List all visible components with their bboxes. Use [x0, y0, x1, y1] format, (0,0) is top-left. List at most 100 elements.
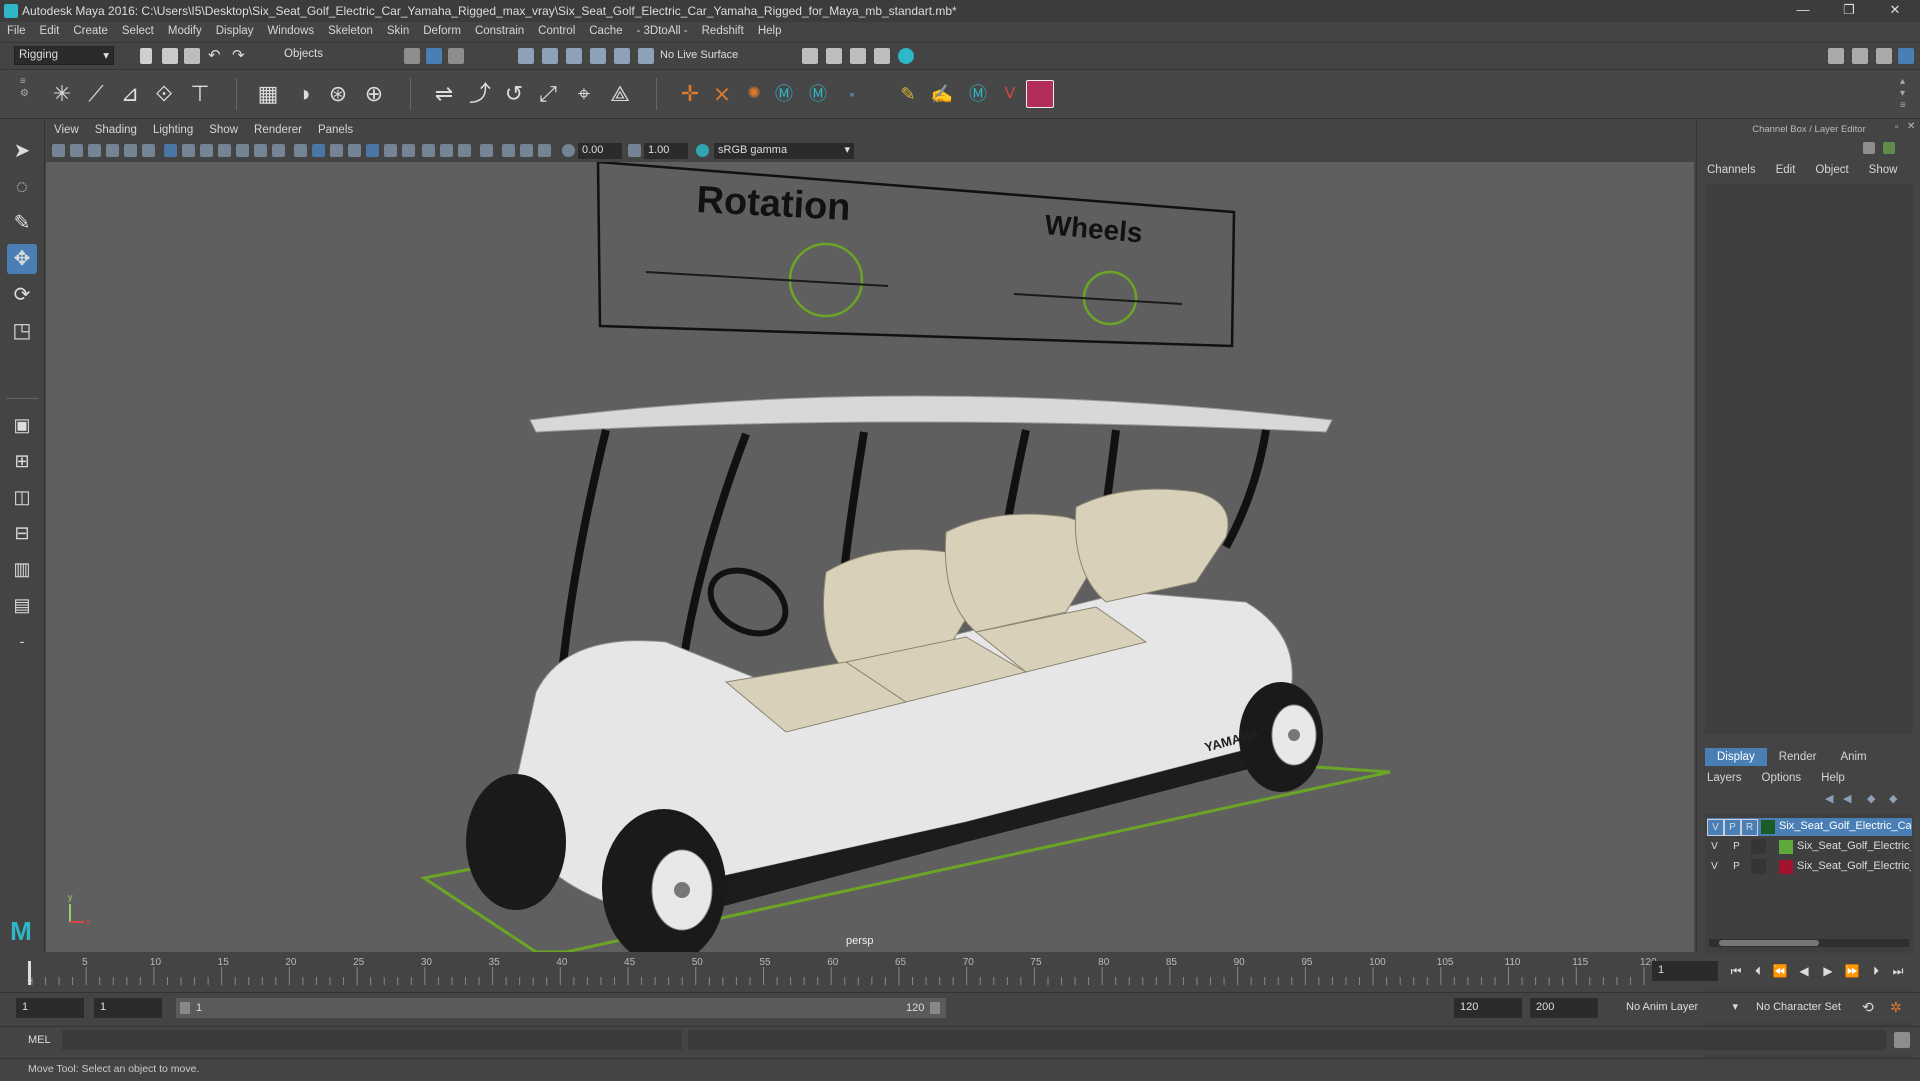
lasso-tool-icon[interactable]: ◌ [7, 172, 37, 202]
layer-visibility-toggle[interactable]: V [1707, 819, 1724, 836]
close-button[interactable]: ✕ [1880, 2, 1910, 20]
layer-menu-layers[interactable]: Layers [1697, 772, 1752, 784]
camera-select-icon[interactable] [52, 144, 65, 157]
play-backwards-icon[interactable]: ◀ [1796, 963, 1812, 979]
menu-redshift[interactable]: Redshift [695, 22, 751, 37]
ik-fk-icon[interactable]: ⨯ [708, 80, 736, 108]
use-all-lights-icon[interactable] [366, 144, 379, 157]
panel-menu-lighting[interactable]: Lighting [145, 122, 201, 136]
hypershade-layout-icon[interactable]: ▥ [7, 554, 37, 584]
cluster-icon[interactable]: ◑ [290, 80, 318, 108]
tab-render[interactable]: Render [1767, 748, 1829, 766]
layer-playback-toggle[interactable]: P [1729, 839, 1744, 854]
ik-spline-icon[interactable]: ⊿ [116, 80, 144, 108]
layer-menu-options[interactable]: Options [1752, 772, 1812, 784]
layer-name[interactable]: Six_Seat_Golf_Electric_ [1797, 840, 1911, 852]
undo-icon[interactable]: ↶ [208, 46, 221, 64]
menu-display[interactable]: Display [209, 22, 261, 37]
lattice-icon[interactable]: ▦ [254, 80, 282, 108]
tab-display[interactable]: Display [1705, 748, 1767, 766]
layer-name[interactable]: Six_Seat_Golf_Electric_Car [1779, 820, 1911, 832]
menu-create[interactable]: Create [66, 22, 115, 37]
layout-dash-icon[interactable]: - [7, 626, 37, 656]
gate-mask-icon[interactable] [218, 144, 231, 157]
shelf-scroll-icon[interactable]: ▴ ▾ ≡ [1900, 76, 1906, 112]
layer-menu-help[interactable]: Help [1811, 772, 1855, 784]
channel-box-menu-channels[interactable]: Channels [1697, 164, 1766, 176]
character-icon[interactable] [1026, 80, 1054, 108]
menu-modify[interactable]: Modify [161, 22, 209, 37]
tool-settings-icon[interactable] [1876, 48, 1892, 64]
script-language-label[interactable]: MEL [28, 1034, 51, 1046]
new-empty-layer-icon[interactable]: ◆ [1867, 792, 1875, 805]
live-surface-label[interactable]: No Live Surface [660, 49, 738, 61]
go-to-start-icon[interactable]: ⏮ [1728, 963, 1744, 979]
layer-playback-toggle[interactable]: P [1724, 819, 1741, 836]
shadows-icon[interactable] [384, 144, 397, 157]
insert-joint-icon[interactable]: ⟐ [150, 80, 178, 108]
menu-deform[interactable]: Deform [416, 22, 468, 37]
selection-mode-dropdown[interactable]: Objects [280, 46, 376, 65]
layer-name[interactable]: Six_Seat_Golf_Electric_ [1797, 860, 1911, 872]
animation-end-field[interactable]: 200 [1530, 998, 1598, 1018]
range-slider-start-handle[interactable] [180, 1002, 190, 1014]
blend-shape-icon[interactable]: V [996, 80, 1024, 108]
panel-menu-show[interactable]: Show [201, 122, 246, 136]
save-scene-icon[interactable] [184, 48, 200, 64]
select-tool-icon[interactable]: ➤ [7, 136, 37, 166]
persp-outliner-layout-icon[interactable]: ◫ [7, 482, 37, 512]
snap-live-icon[interactable] [638, 48, 654, 64]
layer-reference-toggle[interactable] [1751, 859, 1766, 874]
panel-menu-panels[interactable]: Panels [310, 122, 361, 136]
depth-of-field-icon[interactable] [458, 144, 471, 157]
menu-constrain[interactable]: Constrain [468, 22, 531, 37]
sculpt-icon[interactable]: ⊕ [360, 80, 388, 108]
float-panel-icon[interactable]: ▫ [1895, 122, 1899, 133]
anti-aliasing-icon[interactable] [440, 144, 453, 157]
tab-anim[interactable]: Anim [1828, 748, 1878, 766]
channel-box-icon[interactable] [1863, 142, 1875, 154]
perspective-viewport[interactable]: Rotation Wheels YAMAHA y x persp [46, 162, 1694, 952]
mudbox-icon[interactable]: Ⓜ [964, 80, 992, 108]
channel-box-menu-object[interactable]: Object [1805, 164, 1858, 176]
film-gate-icon[interactable] [182, 144, 195, 157]
menu-edit[interactable]: Edit [33, 22, 67, 37]
field-chart-icon[interactable] [236, 144, 249, 157]
playback-end-field[interactable]: 120 [1454, 998, 1522, 1018]
gamma-field[interactable]: 1.00 [644, 143, 688, 159]
wrap-icon[interactable]: ⊛ [324, 80, 352, 108]
grease-pencil-icon[interactable] [142, 144, 155, 157]
render-current-icon[interactable] [826, 48, 842, 64]
layer-row[interactable]: V P Six_Seat_Golf_Electric_ [1707, 838, 1912, 856]
bookmark-icon[interactable] [88, 144, 101, 157]
layer-row[interactable]: V P R Six_Seat_Golf_Electric_Car [1707, 818, 1912, 836]
wireframe-on-shaded-icon[interactable] [330, 144, 343, 157]
animation-start-field[interactable]: 1 [16, 998, 84, 1018]
scrollbar-thumb[interactable] [1719, 940, 1819, 946]
grid-icon[interactable] [164, 144, 177, 157]
ik-handle-icon[interactable]: ⟋ [82, 80, 110, 108]
modeling-toolkit-icon[interactable] [1828, 48, 1844, 64]
menu-skeleton[interactable]: Skeleton [321, 22, 380, 37]
menu-control[interactable]: Control [531, 22, 582, 37]
menu-file[interactable]: File [0, 22, 33, 37]
new-scene-icon[interactable] [140, 48, 152, 64]
menu-3dtoall[interactable]: - 3DtoAll - [630, 22, 695, 37]
maximize-button[interactable]: ❐ [1834, 2, 1864, 20]
render-view-icon[interactable] [802, 48, 818, 64]
layer-row[interactable]: V P Six_Seat_Golf_Electric_ [1707, 858, 1912, 876]
layer-list-scrollbar[interactable] [1709, 939, 1909, 947]
layer-color-swatch[interactable] [1761, 820, 1775, 834]
range-slider[interactable]: 1 120 [176, 998, 946, 1018]
playback-start-field[interactable]: 1 [94, 998, 162, 1018]
ipr-render-icon[interactable] [850, 48, 866, 64]
pole-vector-icon[interactable]: ⟁ [606, 80, 634, 108]
channel-box-menu-edit[interactable]: Edit [1766, 164, 1806, 176]
xray-components-icon[interactable] [538, 144, 551, 157]
safe-title-icon[interactable] [272, 144, 285, 157]
menu-help[interactable]: Help [751, 22, 789, 37]
animation-preferences-icon[interactable]: ✲ [1890, 999, 1902, 1016]
layer-editor-icon[interactable] [1883, 142, 1895, 154]
layer-move-up-icon[interactable]: ◀ [1825, 792, 1833, 805]
step-forward-key-icon[interactable]: ⏩ [1844, 963, 1860, 979]
